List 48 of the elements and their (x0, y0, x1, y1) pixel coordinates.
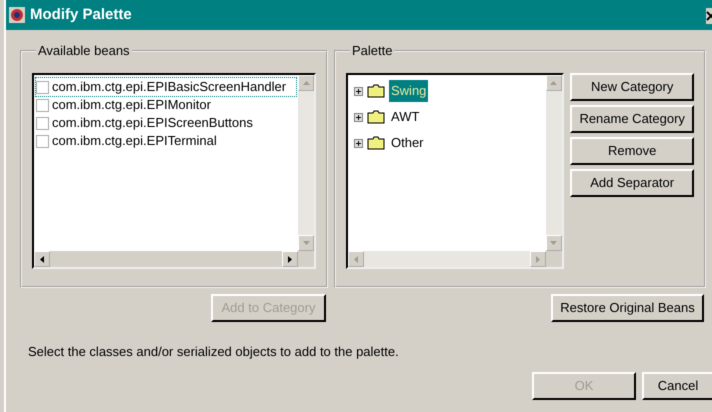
palette-tree[interactable]: Swing AWT Other (346, 73, 564, 269)
expand-icon[interactable] (354, 112, 363, 122)
category-label[interactable]: AWT (389, 106, 422, 128)
app-icon (8, 6, 26, 24)
bean-label: com.ibm.ctg.epi.EPIScreenButtons (52, 114, 253, 132)
down-arrow-icon (550, 241, 558, 245)
window-title: Modify Palette (30, 4, 132, 25)
scrollbar-corner (298, 251, 314, 267)
bean-label: com.ibm.ctg.epi.EPIMonitor (52, 96, 211, 114)
instruction-text: Select the classes and/or serialized objects to add to the palette. (28, 343, 400, 361)
right-arrow-icon (288, 256, 292, 262)
palette-button[interactable]: Rename Category (570, 105, 694, 133)
folder-icon (367, 84, 385, 98)
scroll-up-button[interactable] (546, 75, 562, 91)
expand-icon[interactable] (354, 86, 363, 96)
checkbox[interactable] (36, 80, 49, 94)
left-arrow-icon (40, 256, 44, 262)
bean-label: com.ibm.ctg.epi.EPITerminal (52, 132, 217, 150)
category-label[interactable]: Other (389, 132, 426, 154)
left-arrow-icon (354, 256, 358, 262)
palette-button[interactable]: New Category (570, 73, 694, 101)
checkbox[interactable] (36, 134, 49, 148)
right-arrow-icon (536, 256, 540, 262)
scroll-up-button[interactable] (298, 75, 314, 91)
checkbox[interactable] (36, 98, 49, 112)
checkbox[interactable] (36, 116, 49, 130)
category-label[interactable]: Swing (389, 80, 428, 102)
vertical-scrollbar[interactable] (298, 75, 314, 251)
scrollbar-corner (546, 251, 562, 267)
palette-button[interactable]: Add Separator (570, 169, 694, 197)
palette-button[interactable]: Remove (570, 137, 694, 165)
bean-label: com.ibm.ctg.epi.EPIBasicScreenHandler (52, 78, 286, 96)
dialog-button[interactable]: Cancel (642, 372, 712, 400)
horizontal-scrollbar[interactable] (34, 251, 298, 267)
group-title: Available beans (37, 44, 131, 57)
folder-icon (367, 110, 385, 124)
down-arrow-icon (302, 241, 310, 245)
restore-original-beans-button[interactable]: Restore Original Beans (551, 294, 704, 322)
scroll-down-button[interactable] (546, 235, 562, 251)
scroll-right-button[interactable] (282, 251, 298, 267)
up-arrow-icon (550, 81, 558, 85)
folder-icon (367, 136, 385, 150)
expand-icon[interactable] (354, 138, 363, 148)
vertical-scrollbar[interactable] (546, 75, 562, 251)
scroll-left-button[interactable] (34, 251, 50, 267)
beans-list[interactable]: com.ibm.ctg.epi.EPIBasicScreenHandler com.ibm.ctg.epi.EPIMonitor com.ibm.ctg.epi.EPIScreenButtons com.ibm.ctg.epi.EPITerminal (32, 73, 316, 269)
up-arrow-icon (302, 81, 310, 85)
group-title: Palette (351, 44, 394, 57)
